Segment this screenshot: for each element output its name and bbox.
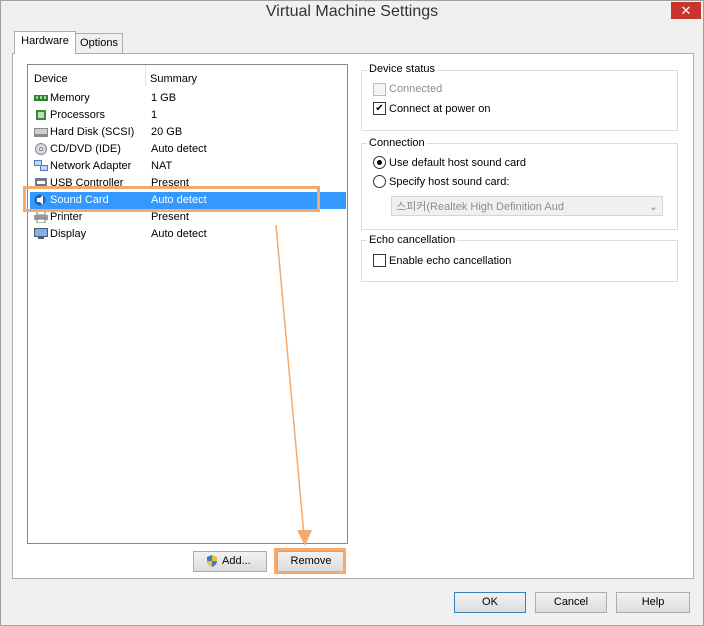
use-default-label: Use default host sound card [389,157,526,169]
add-button-label: Add... [222,555,251,567]
enable-echo-checkbox[interactable] [373,254,386,267]
connection-title: Connection [367,137,427,149]
shield-icon [207,555,217,567]
echo-title: Echo cancellation [367,234,458,246]
connect-at-power-on-label: Connect at power on [389,103,491,115]
host-sound-card-value: 스피커(Realtek High Definition Aud [396,201,564,213]
device-status-group [361,70,678,131]
add-button[interactable]: Add... [193,551,267,572]
connect-at-power-on-checkbox[interactable]: ✔ [373,102,386,115]
host-sound-card-select[interactable]: 스피커(Realtek High Definition Aud ⌄ [391,196,663,216]
connected-label: Connected [389,83,443,95]
ok-button[interactable]: OK [454,592,526,613]
radio-dot-icon [377,160,382,165]
tab-hardware[interactable]: Hardware [14,31,76,54]
specify-radio[interactable] [373,175,386,188]
specify-label: Specify host sound card: [389,176,510,188]
connected-checkbox[interactable] [373,83,386,96]
highlight-box-remove [274,548,346,574]
enable-echo-label: Enable echo cancellation [389,255,512,267]
use-default-radio[interactable] [373,156,386,169]
device-status-title: Device status [367,63,438,75]
checkmark-icon: ✔ [375,103,384,114]
help-button[interactable]: Help [616,592,690,613]
chevron-down-icon: ⌄ [648,201,658,213]
cancel-button[interactable]: Cancel [535,592,607,613]
